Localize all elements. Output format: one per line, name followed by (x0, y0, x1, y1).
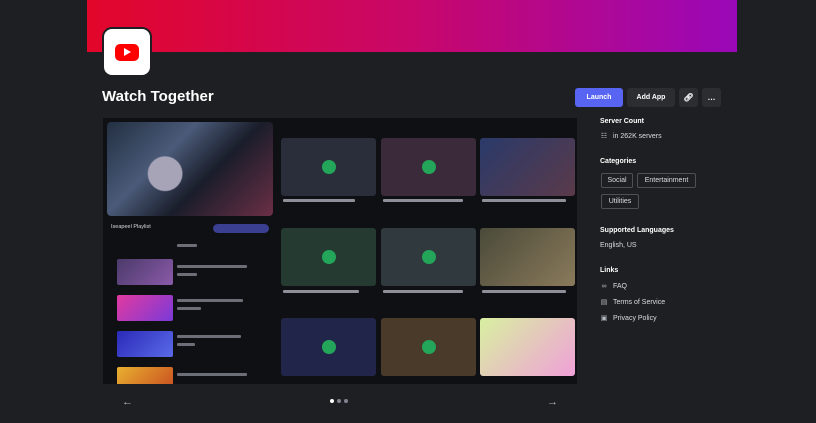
app-banner (87, 0, 737, 52)
check-icon (321, 340, 336, 354)
playlist-title: Iseapeel Playlist (111, 224, 151, 230)
carousel-next-button[interactable]: → (547, 396, 558, 408)
video-tile (281, 138, 376, 196)
main-video-preview (107, 122, 273, 216)
server-icon: ☷ (600, 133, 608, 140)
link-icon: 🔗︎ (683, 93, 694, 102)
list-item (117, 295, 269, 321)
video-tile (480, 318, 575, 376)
link-icon: ∞ (601, 282, 607, 290)
app-screenshot-carousel: Iseapeel Playlist (103, 118, 577, 384)
languages-heading: Supported Languages (600, 227, 674, 234)
video-tile (281, 318, 376, 376)
check-icon (321, 250, 336, 264)
add-app-button[interactable]: Add App (627, 88, 675, 107)
tile-caption (283, 199, 355, 202)
link-terms[interactable]: ▤ Terms of Service (600, 298, 666, 307)
check-icon (321, 160, 336, 174)
categories-heading: Categories (600, 158, 637, 165)
list-item-thumbnail (117, 367, 173, 384)
lock-icon: ▣ (600, 315, 608, 322)
list-item-text (177, 299, 243, 302)
app-icon (102, 27, 152, 77)
app-title: Watch Together (102, 88, 214, 105)
link-faq-label: FAQ (613, 282, 628, 290)
list-item-text (177, 273, 197, 276)
video-tile (480, 138, 575, 196)
carousel-prev-button[interactable]: ← (122, 396, 133, 408)
tile-caption (482, 290, 566, 293)
video-tile (381, 138, 476, 196)
video-tile (281, 228, 376, 286)
link-privacy-label: Privacy Policy (613, 314, 657, 322)
list-item-thumbnail (117, 295, 173, 321)
server-count-text: in 262K servers (613, 132, 662, 140)
video-tile (381, 228, 476, 286)
server-count-heading: Server Count (600, 118, 644, 125)
tile-caption (383, 290, 463, 293)
list-item-text (177, 335, 241, 338)
tile-caption (283, 290, 359, 293)
link-terms-label: Terms of Service (613, 298, 666, 306)
carousel-dot[interactable] (337, 399, 341, 403)
server-count-value: ☷ in 262K servers (600, 132, 662, 141)
playlist-action-pill (213, 224, 269, 233)
languages-value: English, US (600, 242, 637, 249)
list-item (117, 259, 269, 285)
list-item-text (177, 265, 247, 268)
list-item-text (177, 244, 197, 247)
category-tag-social[interactable]: Social (601, 173, 633, 188)
carousel-dots (330, 399, 348, 403)
link-privacy[interactable]: ▣ Privacy Policy (600, 314, 657, 323)
check-icon (421, 250, 436, 264)
link-faq[interactable]: ∞ FAQ (600, 282, 628, 290)
more-icon: … (707, 93, 716, 102)
list-item-thumbnail (117, 259, 173, 285)
check-icon (421, 160, 436, 174)
youtube-play-icon (115, 43, 139, 61)
list-item-text (177, 373, 247, 376)
carousel-dot[interactable] (344, 399, 348, 403)
list-item (117, 331, 269, 357)
category-tag-entertainment[interactable]: Entertainment (637, 173, 696, 188)
video-tile (480, 228, 575, 286)
tile-caption (482, 199, 566, 202)
more-options-button[interactable]: … (702, 88, 721, 107)
copy-link-button[interactable]: 🔗︎ (679, 88, 698, 107)
list-item-thumbnail (117, 331, 173, 357)
launch-button[interactable]: Launch (575, 88, 623, 107)
list-item-text (177, 343, 195, 346)
video-tile (381, 318, 476, 376)
document-icon: ▤ (600, 299, 608, 306)
links-heading: Links (600, 267, 619, 274)
category-tag-utilities[interactable]: Utilities (601, 194, 639, 209)
carousel-dot[interactable] (330, 399, 334, 403)
list-item (117, 367, 269, 384)
check-icon (421, 340, 436, 354)
list-item-text (177, 307, 201, 310)
tile-caption (383, 199, 463, 202)
